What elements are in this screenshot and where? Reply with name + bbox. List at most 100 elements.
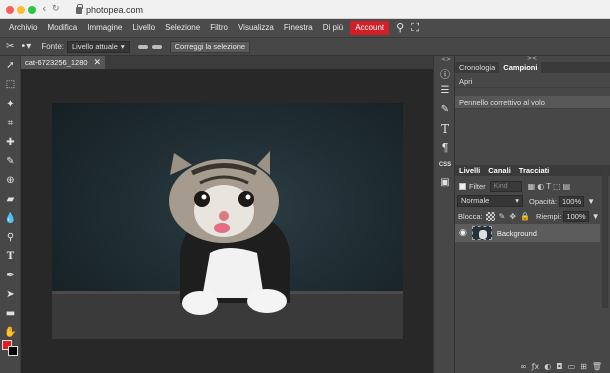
source-select[interactable]: Livello attuale ▾	[67, 40, 130, 53]
filter-checkbox[interactable]	[459, 182, 466, 190]
menu-bar: Archivio Modifica Immagine Livello Selez…	[0, 19, 610, 37]
menu-file[interactable]: Archivio	[4, 21, 42, 35]
tab-paths[interactable]: Tracciati	[515, 165, 553, 176]
trash-icon[interactable]: 🗑	[592, 362, 602, 371]
lock-label: Blocca:	[458, 211, 483, 221]
cat-photo-illustration	[52, 151, 403, 339]
tab-layers[interactable]: Livelli	[455, 165, 484, 176]
document-tab-title: cat-6723256_1280	[25, 58, 88, 67]
history-entry[interactable]: Pennello correttivo al volo	[455, 96, 610, 109]
toggle-content-aware-icon[interactable]	[151, 44, 162, 49]
maximize-window-button[interactable]	[28, 6, 36, 14]
properties-icon[interactable]: ☰	[438, 85, 452, 96]
background-color-swatch[interactable]	[8, 346, 18, 356]
collapse-arrows-icon[interactable]: ><	[527, 55, 537, 62]
layers-footer: ∞ ƒx ◐ ◘ ▭ ⊞ 🗑	[455, 360, 610, 373]
lock-row: Blocca: ✎ ✥ 🔒 Riempi: 100% ▼	[455, 209, 610, 223]
toolbox: ➚ ⬚ ✦ ⌗ ✚ ✎ ⊕ ▰ 💧 ⚲ T ✒ ➤ ▬ ✋ ⚲	[0, 56, 21, 373]
eye-icon[interactable]: ◉	[459, 228, 467, 238]
character-icon[interactable]: T	[438, 122, 452, 136]
healing-tool-icon[interactable]: ✚	[3, 136, 18, 149]
menu-edit[interactable]: Modifica	[42, 21, 82, 35]
effects-icon[interactable]: ƒx	[532, 362, 540, 371]
options-bar: ✂ •▾ Fonte: Livello attuale ▾ Correggi l…	[0, 37, 610, 56]
css-icon[interactable]: CSS	[438, 162, 452, 168]
mask-icon[interactable]: ◘	[556, 362, 562, 371]
menu-filter[interactable]: Filtro	[205, 21, 233, 35]
layer-row[interactable]: ◉ Background	[455, 224, 600, 242]
image-icon[interactable]: ▣	[438, 177, 452, 188]
layers-tabs: Livelli Canali Tracciati	[455, 165, 610, 176]
menu-view[interactable]: Visualizza	[233, 21, 279, 35]
close-icon[interactable]: ✕	[93, 56, 101, 69]
browser-toolbar: ‹ ↻ photopea.com	[0, 0, 610, 19]
lock-transparency-icon[interactable]	[485, 211, 495, 221]
lock-all-icon[interactable]: 🔒	[520, 212, 530, 221]
stamp-tool-icon[interactable]: ⊕	[3, 174, 18, 187]
address-bar[interactable]: photopea.com	[76, 3, 143, 16]
brush-settings-icon[interactable]: ✎	[438, 104, 452, 115]
blur-tool-icon[interactable]: 💧	[3, 212, 18, 225]
tab-channels[interactable]: Canali	[484, 165, 515, 176]
lock-move-icon[interactable]: ✥	[509, 212, 516, 221]
document-tabs: cat-6723256_1280 ✕	[21, 56, 433, 69]
canvas-area[interactable]	[21, 69, 433, 373]
crop-tool-icon[interactable]: ⌗	[3, 117, 18, 130]
kind-select[interactable]: Kind	[489, 180, 522, 192]
adjustment-icon[interactable]: ◐	[544, 362, 551, 371]
tab-history[interactable]: Cronologia	[455, 62, 499, 73]
info-icon[interactable]: ⓘ	[438, 66, 452, 81]
link-icon[interactable]: ∞	[520, 362, 527, 371]
tab-swatches[interactable]: Campioni	[499, 62, 542, 73]
dodge-tool-icon[interactable]: ⚲	[3, 231, 18, 244]
blend-mode-select[interactable]: Normale ▾	[457, 195, 523, 207]
caret-down-icon[interactable]: ▼	[592, 212, 600, 221]
close-window-button[interactable]	[6, 6, 14, 14]
magic-wand-tool-icon[interactable]: ✦	[3, 98, 18, 111]
eraser-tool-icon[interactable]: ▰	[3, 193, 18, 206]
cat-photo[interactable]	[52, 103, 403, 339]
hand-tool-icon[interactable]: ✋	[3, 326, 18, 339]
blend-row: Normale ▾ Opacità: 100% ▼	[455, 194, 610, 208]
marquee-tool-icon[interactable]: ⬚	[3, 78, 18, 91]
menu-more[interactable]: Di più	[318, 21, 348, 35]
collapse-arrows-icon[interactable]: <>	[441, 56, 451, 63]
new-layer-icon[interactable]: ⊞	[580, 362, 587, 371]
correct-selection-button[interactable]: Correggi la selezione	[169, 40, 251, 53]
chevron-down-icon: ▾	[515, 196, 519, 205]
lock-icon	[76, 4, 83, 14]
source-select-value: Livello attuale	[72, 41, 118, 51]
fullscreen-icon[interactable]: ⛶	[411, 21, 419, 35]
menu-window[interactable]: Finestra	[279, 21, 318, 35]
path-select-tool-icon[interactable]: ➤	[3, 288, 18, 301]
menu-select[interactable]: Selezione	[160, 21, 205, 35]
app-root: ‹ ↻ photopea.com Archivio Modifica Immag…	[0, 0, 610, 373]
filter-type-icons[interactable]: ▦◐T⬚▤	[528, 182, 573, 191]
account-button[interactable]: Account	[350, 21, 390, 35]
reload-icon[interactable]: ↻	[52, 4, 60, 14]
layers-scrollbar[interactable]	[602, 168, 608, 308]
rectangle-tool-icon[interactable]: ▬	[3, 307, 18, 320]
minimize-window-button[interactable]	[17, 6, 25, 14]
menu-layer[interactable]: Livello	[127, 21, 160, 35]
paragraph-icon[interactable]: ¶	[438, 141, 452, 154]
toggle-sample-icon[interactable]	[137, 44, 148, 49]
fill-label: Riempi:	[535, 211, 562, 221]
brush-tool-icon[interactable]: ✎	[3, 155, 18, 168]
layer-name: Background	[496, 228, 537, 238]
folder-icon[interactable]: ▭	[568, 362, 576, 371]
pen-tool-icon[interactable]: ✒	[3, 269, 18, 282]
opacity-input[interactable]: 100%	[558, 195, 585, 207]
menu-image[interactable]: Immagine	[82, 21, 127, 35]
panel-icon-column: <> ⓘ ☰ ✎ T ¶ CSS ▣	[433, 56, 455, 373]
lock-paint-icon[interactable]: ✎	[499, 212, 506, 221]
text-tool-icon[interactable]: T	[3, 250, 18, 263]
history-entry[interactable]: Apri	[455, 75, 610, 88]
document-tab[interactable]: cat-6723256_1280 ✕	[21, 56, 105, 69]
back-arrow-icon[interactable]: ‹	[42, 2, 46, 15]
search-icon[interactable]: ⚲	[396, 21, 404, 35]
brush-size-icon[interactable]: •▾	[20, 41, 31, 52]
fill-input[interactable]: 100%	[563, 210, 589, 222]
caret-down-icon[interactable]: ▼	[587, 197, 595, 206]
move-tool-icon[interactable]: ➚	[3, 59, 18, 72]
